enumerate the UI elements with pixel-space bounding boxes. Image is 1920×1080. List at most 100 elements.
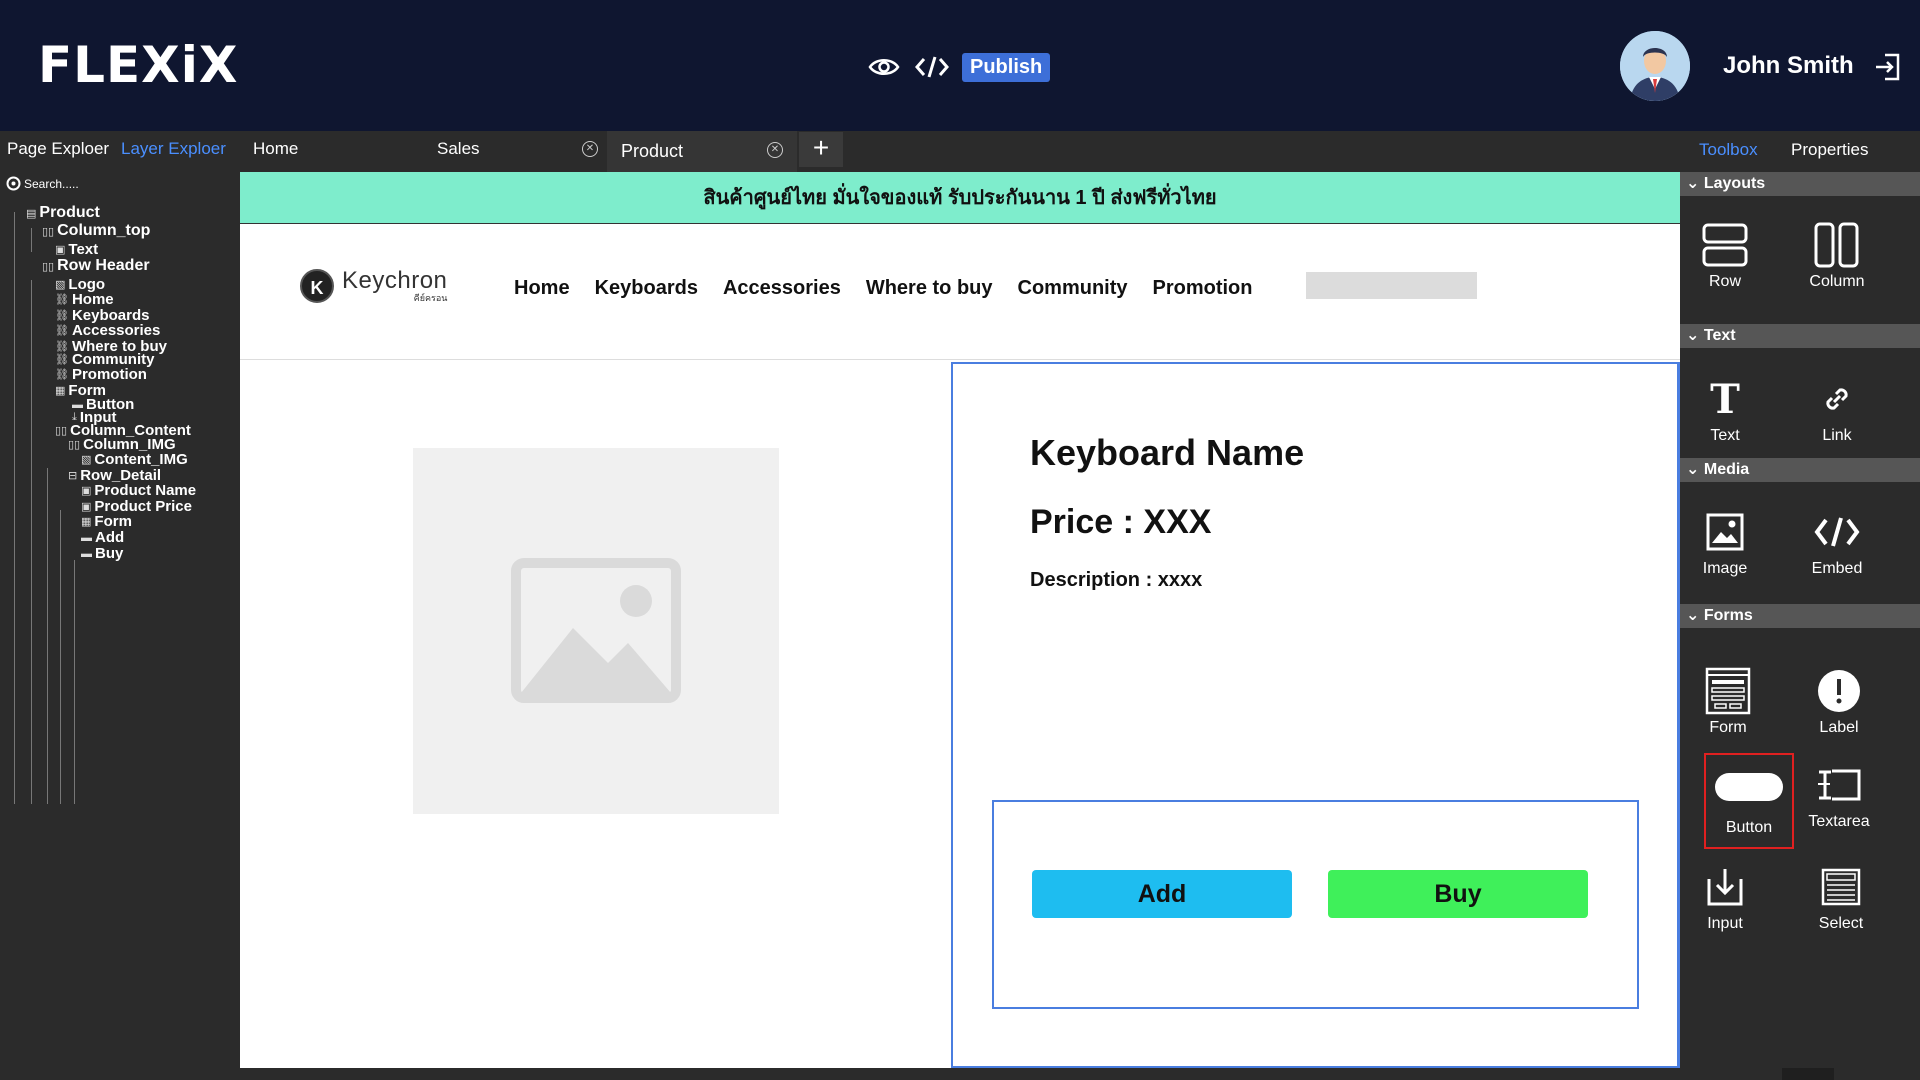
- add-button[interactable]: Add: [1032, 870, 1292, 918]
- label-exclamation-icon: [1794, 663, 1884, 719]
- tab-properties[interactable]: Properties: [1791, 140, 1868, 160]
- tree-item-label: Text: [68, 241, 99, 258]
- section-forms[interactable]: ⌄ Forms: [1680, 604, 1920, 628]
- doc-tab-product[interactable]: Product ✕: [607, 131, 797, 172]
- close-icon[interactable]: ✕: [582, 141, 598, 157]
- tree-item[interactable]: ▧ Content_IMG: [81, 451, 188, 468]
- close-icon[interactable]: ✕: [767, 142, 783, 158]
- button-icon: ▬: [81, 531, 92, 544]
- tool-image[interactable]: Image: [1680, 504, 1770, 578]
- tree-item-label: Column_top: [57, 222, 151, 239]
- tool-text-label: Text: [1710, 427, 1740, 444]
- promo-banner[interactable]: สินค้าศูนย์ไทย มั่นใจของแท้ รับประกันนาน…: [240, 172, 1680, 224]
- embed-code-icon: [1792, 504, 1882, 560]
- doc-tab-label: Home: [253, 139, 299, 158]
- tree-item-label: Add: [95, 529, 125, 546]
- logout-icon[interactable]: [1873, 52, 1903, 82]
- button-icon: ▬: [81, 547, 92, 560]
- link-icon: ⛓: [55, 325, 69, 337]
- tool-text[interactable]: T Text: [1680, 371, 1770, 445]
- tool-embed-label: Embed: [1811, 560, 1863, 577]
- buy-button[interactable]: Buy: [1328, 870, 1588, 918]
- tool-select-label: Select: [1818, 915, 1864, 932]
- publish-button[interactable]: Publish: [962, 52, 1051, 82]
- tool-form[interactable]: Form: [1683, 663, 1773, 737]
- tool-button[interactable]: Button: [1704, 753, 1794, 849]
- row-header[interactable]: K Keychron คีย์ครอน Home Keyboards Acces…: [240, 225, 1680, 360]
- tree-item[interactable]: ⛓ Accessories: [55, 322, 160, 339]
- brand-logo[interactable]: K Keychron คีย์ครอน: [300, 267, 447, 305]
- product-form[interactable]: Add Buy: [992, 800, 1639, 1009]
- section-layouts[interactable]: ⌄ Layouts: [1680, 172, 1920, 196]
- doc-tab-sales[interactable]: Sales ✕: [428, 131, 608, 172]
- user-name: John Smith: [1723, 52, 1854, 79]
- nav-link-home[interactable]: Home: [514, 277, 570, 300]
- textarea-icon: [1794, 757, 1884, 813]
- tab-page-explorer[interactable]: Page Exploer: [7, 131, 109, 172]
- text-icon: ▣: [55, 244, 66, 256]
- tree-item[interactable]: ▣ Text: [55, 241, 98, 258]
- link-icon: ⛓: [55, 294, 69, 306]
- row-icon: [1680, 217, 1770, 273]
- select-list-icon: [1796, 859, 1886, 915]
- row-detail[interactable]: Keyboard Name Price : XXX Description : …: [951, 362, 1680, 1068]
- column-icon: ▯▯: [68, 439, 81, 451]
- text-t-icon: T: [1710, 375, 1740, 423]
- tree-item[interactable]: ▦ Form: [81, 513, 132, 530]
- tree-item[interactable]: ⛓ Home: [55, 291, 114, 308]
- section-media[interactable]: ⌄ Media: [1680, 458, 1920, 482]
- tool-textarea[interactable]: Textarea: [1794, 757, 1884, 831]
- tool-form-label: Form: [1709, 719, 1747, 736]
- tool-label[interactable]: Label: [1794, 663, 1884, 737]
- user-avatar[interactable]: [1620, 31, 1690, 101]
- product-description[interactable]: Description : xxxx: [1030, 569, 1202, 592]
- column-icon: ▯▯: [55, 425, 68, 437]
- nav-link-where-to-buy[interactable]: Where to buy: [866, 277, 993, 300]
- app-logo: FLEXiX: [38, 36, 239, 94]
- tab-layer-explorer[interactable]: Layer Exploer: [121, 131, 226, 172]
- tree-item[interactable]: ⛓ Promotion: [55, 366, 147, 383]
- panel-scrollbar[interactable]: [1782, 1068, 1834, 1080]
- tool-column[interactable]: Column: [1792, 217, 1882, 291]
- preview-eye-icon[interactable]: [866, 49, 902, 85]
- nav-link-keyboards[interactable]: Keyboards: [595, 277, 698, 300]
- tool-select[interactable]: Select: [1796, 859, 1886, 933]
- tool-input[interactable]: Input: [1680, 859, 1770, 933]
- tree-item[interactable]: ▬ Buy: [81, 545, 123, 562]
- nav-link-promotion[interactable]: Promotion: [1153, 277, 1253, 300]
- site-nav: Home Keyboards Accessories Where to buy …: [514, 277, 1253, 300]
- product-name[interactable]: Keyboard Name: [1030, 432, 1304, 474]
- content-image[interactable]: [413, 448, 779, 814]
- input-download-icon: [1680, 859, 1770, 915]
- tool-embed[interactable]: Embed: [1792, 504, 1882, 578]
- nav-link-accessories[interactable]: Accessories: [723, 277, 841, 300]
- tree-item[interactable]: ▯▯ Column_top: [42, 222, 150, 240]
- tree-item-label: Product: [39, 204, 100, 221]
- tree-item[interactable]: ▤ Product: [26, 204, 100, 222]
- section-text[interactable]: ⌄ Text: [1680, 324, 1920, 348]
- section-media-label: Media: [1703, 461, 1750, 478]
- design-canvas[interactable]: สินค้าศูนย์ไทย มั่นใจของแท้ รับประกันนาน…: [240, 172, 1680, 1068]
- nav-link-community[interactable]: Community: [1018, 277, 1128, 300]
- search-box[interactable]: Search.....: [6, 176, 79, 191]
- tree-item-label: Promotion: [71, 366, 147, 383]
- site-search-input[interactable]: [1306, 272, 1477, 299]
- tabs-row: Page Exploer Layer Exploer Home Sales ✕ …: [0, 131, 1920, 172]
- product-price[interactable]: Price : XXX: [1030, 503, 1211, 542]
- tool-link[interactable]: Link: [1792, 371, 1882, 445]
- tree-item[interactable]: ▬ Add: [81, 529, 124, 546]
- canvas-bottom-strip: [240, 1068, 1680, 1080]
- tool-row[interactable]: Row: [1680, 217, 1770, 291]
- tab-toolbox[interactable]: Toolbox: [1699, 140, 1758, 160]
- code-icon[interactable]: [914, 49, 950, 85]
- image-icon: ▧: [55, 279, 66, 291]
- tree-item[interactable]: ▣ Product Name: [81, 482, 196, 499]
- doc-tab-home[interactable]: Home: [243, 131, 429, 172]
- text-icon: ▣: [81, 501, 92, 513]
- column-img[interactable]: [240, 361, 951, 1068]
- add-tab-button[interactable]: +: [799, 132, 843, 167]
- image-icon: [1680, 504, 1770, 560]
- tree-item-label: Home: [71, 291, 114, 308]
- section-text-label: Text: [1703, 327, 1736, 344]
- tree-item[interactable]: ▯▯ Row Header: [42, 257, 150, 275]
